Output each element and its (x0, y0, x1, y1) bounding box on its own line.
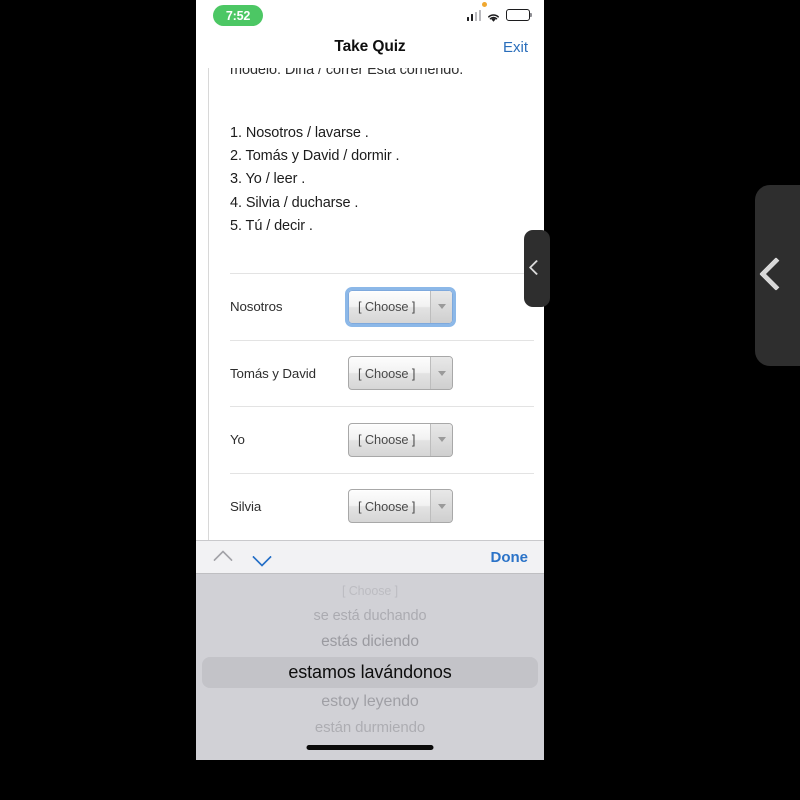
chevron-up-icon[interactable] (214, 552, 233, 563)
select-value: [ Choose ] (358, 299, 416, 315)
picker-toolbar: Done (196, 540, 544, 574)
page-title: Take Quiz (334, 38, 406, 55)
quiz-content-scroll[interactable]: modelo: Diria / correr Está corriendo. 1… (196, 68, 544, 540)
home-indicator (306, 745, 434, 750)
table-row: Silvia [ Choose ] (230, 472, 534, 540)
wifi-icon (486, 10, 501, 22)
select-value: [ Choose ] (358, 432, 416, 448)
picker-wheel[interactable]: [ Choose ] se está duchando estás dicien… (196, 574, 544, 760)
chevron-down-icon[interactable] (253, 552, 272, 563)
row-subject-label: Nosotros (230, 299, 283, 315)
answer-select-silvia[interactable]: [ Choose ] (348, 489, 453, 524)
answer-select-yo[interactable]: [ Choose ] (348, 422, 453, 457)
privacy-indicator-dot (482, 2, 487, 7)
list-item: 1. Nosotros / lavarse . (230, 125, 369, 141)
modelo-example-text: modelo: Diria / correr Está corriendo. (230, 68, 464, 78)
picker-option-selected[interactable]: estamos lavándonos (202, 656, 538, 688)
picker-options: [ Choose ] se está duchando estás dicien… (196, 578, 544, 741)
screen-root: 7:52 Take Quiz Exit modelo: Diria / corr… (0, 0, 800, 800)
chevron-down-icon (430, 423, 452, 456)
row-subject-label: Silvia (230, 498, 262, 514)
list-item: 4. Silvia / ducharse . (230, 194, 359, 211)
table-row: Tomás y David [ Choose ] (230, 339, 534, 407)
status-icons (466, 9, 532, 22)
select-value: [ Choose ] (358, 498, 416, 514)
picker-option[interactable]: [ Choose ] (196, 578, 544, 604)
row-subject-label: Yo (230, 432, 245, 448)
chevron-down-icon (430, 490, 452, 523)
list-item: 5. Tú / decir . (230, 217, 313, 234)
back-edge-tab-large[interactable] (755, 185, 800, 366)
table-row: Yo [ Choose ] (230, 406, 534, 473)
done-button[interactable]: Done (491, 549, 529, 566)
row-subject-label: Tomás y David (230, 365, 316, 381)
select-value: [ Choose ] (358, 365, 416, 381)
exit-button[interactable]: Exit (503, 39, 528, 56)
phone-screen: 7:52 Take Quiz Exit modelo: Diria / corr… (196, 0, 544, 760)
picker-option[interactable]: se está duchando (196, 604, 544, 630)
chevron-left-back-icon (764, 262, 792, 290)
back-edge-tab-small[interactable] (524, 230, 550, 307)
prompt-list: 1. Nosotros / lavarse . 2. Tomás y David… (230, 122, 400, 238)
answer-select-tomas-y-david[interactable]: [ Choose ] (348, 356, 453, 391)
time-recording-pill: 7:52 (213, 5, 263, 26)
list-item: 3. Yo / leer . (230, 171, 306, 188)
status-bar: 7:52 (196, 0, 544, 36)
chevron-down-icon (430, 290, 452, 323)
picker-option[interactable]: estoy leyendo (196, 690, 544, 716)
quiz-content: modelo: Diria / correr Está corriendo. 1… (208, 68, 544, 540)
table-row: Nosotros [ Choose ] (230, 273, 534, 340)
chevron-down-icon (430, 357, 452, 390)
picker-option[interactable]: están durmiendo (196, 715, 544, 741)
nav-bar: Take Quiz Exit (196, 36, 544, 68)
cellular-signal-icon (466, 9, 481, 21)
list-item: 2. Tomás y David / dormir . (230, 148, 400, 165)
answer-rows: Nosotros [ Choose ] Tomás y David [ Choo… (230, 273, 534, 539)
chevron-left-back-icon (531, 262, 544, 275)
picker-option[interactable]: estás diciendo (196, 629, 544, 655)
battery-icon (506, 9, 532, 21)
answer-select-nosotros[interactable]: [ Choose ] (345, 286, 456, 327)
